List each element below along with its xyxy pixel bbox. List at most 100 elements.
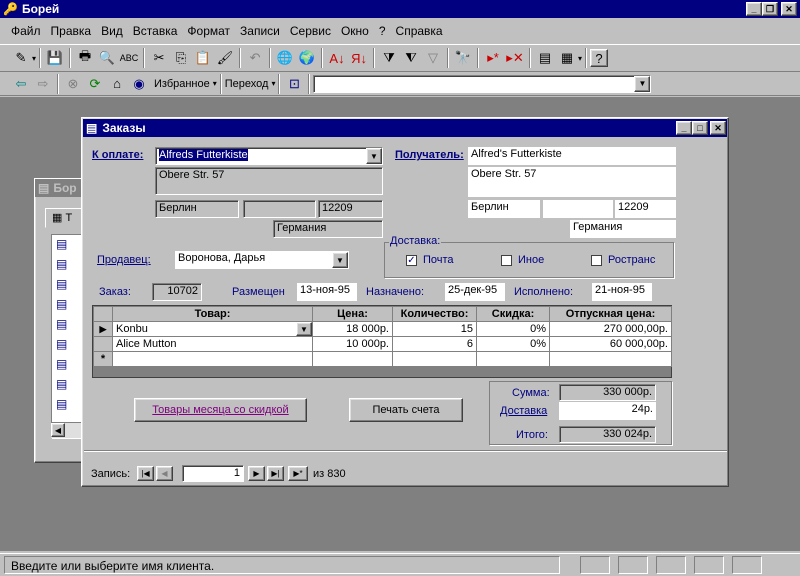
bill-to-combo[interactable]: Alfreds Futterkiste [155,147,383,165]
home-icon[interactable]: ⌂ [106,73,128,95]
address-combo[interactable]: ▼ [313,74,652,93]
assigned-date[interactable]: 25-дек-95 [445,283,505,301]
delete-record-icon[interactable]: ▸✕ [504,47,526,69]
delivery-option-mail[interactable]: ✓ Почта [406,254,454,266]
restore-button[interactable]: ❐ [762,2,778,16]
form-maximize-button[interactable]: □ [692,121,708,135]
address-dropdown-icon[interactable]: ▼ [634,75,651,92]
search-web-icon[interactable]: ◉ [128,73,150,95]
table-row[interactable]: ▶ Konbu ▼ 18 000р. 15 0% 270 000,00р. [93,321,672,337]
new-object-icon[interactable]: ▦ [556,47,578,69]
row-price[interactable]: 10 000р. [312,336,393,352]
menu-item-8[interactable]: ? [374,24,391,38]
forward-icon[interactable]: ⇨ [32,73,54,95]
delivery-option-other[interactable]: Иное [501,254,544,266]
ship-city[interactable]: Берлин [468,200,540,218]
record-number-input[interactable]: 1 [182,465,244,482]
form-close-button[interactable]: ✕ [710,121,726,135]
sort-ascending-icon[interactable]: A↓ [326,47,348,69]
new-row-product[interactable] [112,351,313,367]
menu-item-1[interactable]: Правка [46,24,97,38]
design-view-icon[interactable]: ✎ [10,47,32,69]
shipping-value[interactable]: 24р. [559,402,656,420]
done-date[interactable]: 21-ноя-95 [592,283,652,301]
row-discount[interactable]: 0% [476,336,550,352]
current-row-marker[interactable]: ▶ [93,321,113,337]
print-invoice-button[interactable]: Печать счета [349,398,463,422]
copy-icon[interactable]: ⎘ [170,47,192,69]
row-product[interactable]: Alice Mutton [112,336,313,352]
refresh-icon[interactable]: ⟳ [84,73,106,95]
new-record-marker[interactable]: * [93,351,113,367]
row-total[interactable]: 60 000,00р. [549,336,672,352]
menu-item-9[interactable]: Справка [391,24,448,38]
cut-icon[interactable]: ✂ [148,47,170,69]
product-dropdown-icon[interactable]: ▼ [296,322,312,336]
menu-item-4[interactable]: Формат [182,24,235,38]
grid-header-qty[interactable]: Количество: [392,306,477,322]
last-record-button[interactable]: ▶| [267,466,284,481]
first-record-button[interactable]: |◀ [137,466,154,481]
grid-header-discount[interactable]: Скидка: [476,306,550,322]
form-minimize-button[interactable]: _ [676,121,692,135]
row-total[interactable]: 270 000,00р. [549,321,672,337]
insert-hyperlink-icon[interactable]: 🌐 [274,47,296,69]
sort-descending-icon[interactable]: Я↓ [348,47,370,69]
ship-address[interactable]: Obere Str. 57 [468,167,676,197]
minimize-button[interactable]: _ [746,2,762,16]
close-button[interactable]: ✕ [781,2,797,16]
back-icon[interactable]: ⇦ [10,73,32,95]
spelling-icon[interactable]: ABC [118,47,140,69]
placed-date[interactable]: 13-ноя-95 [297,283,357,301]
grid-header-price[interactable]: Цена: [312,306,393,322]
grid-header-product[interactable]: Товар: [112,306,313,322]
menu-item-3[interactable]: Вставка [128,24,183,38]
print-icon[interactable]: 🖶 [74,47,96,69]
ship-name[interactable]: Alfred's Futterkiste [468,147,676,165]
next-record-button[interactable]: ▶ [248,466,265,481]
new-record-icon[interactable]: ▸* [482,47,504,69]
print-preview-icon[interactable]: 🔍 [96,47,118,69]
table-row[interactable]: Alice Mutton 10 000р. 6 0% 60 000,00р. [93,336,672,352]
new-row-qty[interactable] [392,351,477,367]
menu-item-5[interactable]: Записи [235,24,285,38]
row-price[interactable]: 18 000р. [312,321,393,337]
new-row-discount[interactable] [476,351,550,367]
discount-products-button[interactable]: Товары месяца со скидкой [134,398,307,422]
ship-region[interactable] [543,200,613,218]
new-record-row[interactable]: * [93,351,672,367]
prev-record-button[interactable]: ◀ [156,466,173,481]
stop-icon[interactable]: ⊗ [62,73,84,95]
format-painter-icon[interactable]: 🖌 [214,47,236,69]
menu-item-6[interactable]: Сервис [285,24,336,38]
new-row-total[interactable] [549,351,672,367]
show-only-web-toolbar-icon[interactable]: ⊡ [283,73,305,95]
filter-by-form-icon[interactable]: ⧨ [400,47,422,69]
web-toolbar-icon[interactable]: 🌍 [296,47,318,69]
undo-icon[interactable]: ↶ [244,47,266,69]
grid-header-total[interactable]: Отпускная цена: [549,306,672,322]
row-qty[interactable]: 15 [392,321,477,337]
filter-by-selection-icon[interactable]: ⧩ [378,47,400,69]
seller-combo[interactable]: Воронова, Дарья [175,251,349,269]
goto-menu[interactable]: Переход [225,78,269,90]
row-product-cell[interactable]: Konbu ▼ [112,321,313,337]
new-record-nav-button[interactable]: ▶* [288,466,308,481]
row-selector[interactable] [93,336,113,352]
ship-zip[interactable]: 12209 [615,200,676,218]
scroll-left-icon[interactable]: ◀ [51,423,65,437]
row-discount[interactable]: 0% [476,321,550,337]
menu-item-7[interactable]: Окно [336,24,374,38]
row-qty[interactable]: 6 [392,336,477,352]
menu-item-0[interactable]: Файл [6,24,46,38]
find-icon[interactable]: 🔭 [452,47,474,69]
checkbox-mail[interactable]: ✓ [406,254,417,266]
database-window-icon[interactable]: ▤ [534,47,556,69]
apply-filter-icon[interactable]: ▽ [422,47,444,69]
paste-icon[interactable]: 📋 [192,47,214,69]
new-row-price[interactable] [312,351,393,367]
ship-country[interactable]: Германия [570,220,676,238]
checkbox-rostrans[interactable] [591,254,602,266]
menu-item-2[interactable]: Вид [96,24,128,38]
save-icon[interactable]: 💾 [44,47,66,69]
